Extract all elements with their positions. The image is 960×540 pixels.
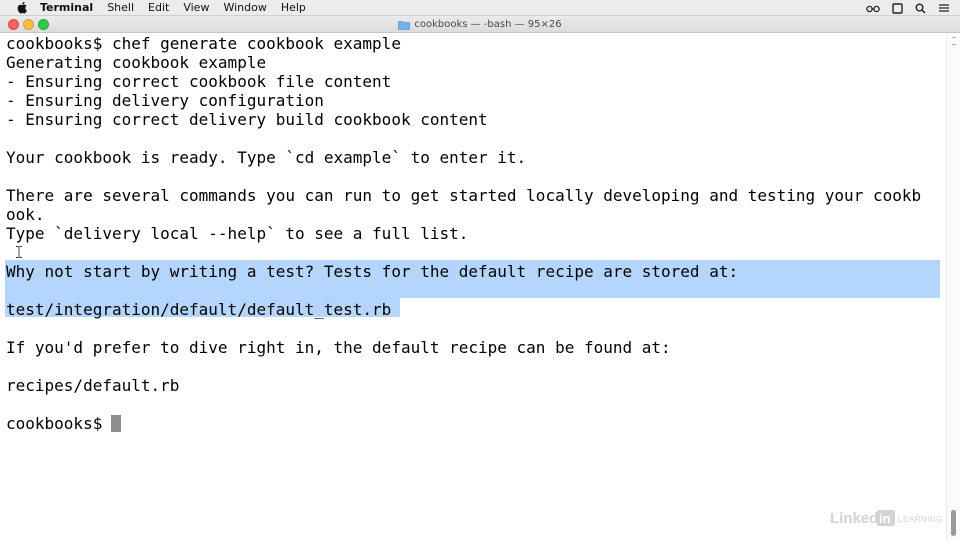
terminal-line: Why not start by writing a test? Tests f… <box>6 262 739 281</box>
menu-bar-status <box>866 0 950 16</box>
svg-text:Linked: Linked <box>830 510 878 527</box>
menu-bar: Terminal Shell Edit View Window Help <box>0 0 960 16</box>
apple-icon[interactable] <box>16 1 30 14</box>
terminal-output[interactable]: cookbooks$ chef generate cookbook exampl… <box>0 34 946 540</box>
terminal-line: If you'd prefer to dive right in, the de… <box>6 338 671 357</box>
list-icon[interactable] <box>938 3 950 13</box>
ibeam-cursor-icon <box>16 246 22 258</box>
terminal-line: - Ensuring correct delivery build cookbo… <box>6 110 488 129</box>
menu-app-terminal[interactable]: Terminal <box>40 0 93 16</box>
window-title-bar[interactable]: cookbooks — -bash — 95×26 <box>0 16 960 33</box>
terminal-line: ook. <box>6 205 45 224</box>
terminal-line: Type `delivery local --help` to see a fu… <box>6 224 469 243</box>
window-title-text: cookbooks — -bash — 95×26 <box>414 19 562 30</box>
menu-edit[interactable]: Edit <box>148 0 169 16</box>
terminal-line: Your cookbook is ready. Type `cd example… <box>6 148 527 167</box>
terminal-line: There are several commands you can run t… <box>6 186 922 205</box>
menu-view[interactable]: View <box>183 0 209 16</box>
scroll-thumb[interactable] <box>951 510 956 536</box>
terminal-line: - Ensuring correct cookbook file content <box>6 72 392 91</box>
terminal-line: recipes/default.rb <box>6 376 180 395</box>
folder-icon <box>398 20 411 30</box>
terminal-line: cookbooks$ chef generate cookbook exampl… <box>6 34 401 53</box>
scroll-marker <box>952 37 956 45</box>
terminal-scrollbar[interactable] <box>946 34 960 540</box>
search-icon[interactable] <box>915 3 926 14</box>
window-title: cookbooks — -bash — 95×26 <box>0 16 960 33</box>
menu-shell[interactable]: Shell <box>107 0 134 16</box>
terminal-line: Generating cookbook example <box>6 53 267 72</box>
menu-help[interactable]: Help <box>281 0 306 16</box>
text-cursor <box>111 415 122 432</box>
svg-text:LEARNING: LEARNING <box>898 515 943 524</box>
terminal-line: test/integration/default/default_test.rb <box>6 300 392 319</box>
svg-text:in: in <box>879 511 891 526</box>
terminal-prompt: cookbooks$ <box>6 414 103 433</box>
glasses-icon[interactable] <box>866 4 880 13</box>
window-icon[interactable] <box>892 2 903 14</box>
terminal-prompt-line: cookbooks$ <box>6 414 122 433</box>
linkedin-learning-logo: Linked in LEARNING <box>830 510 943 527</box>
terminal-line: - Ensuring delivery configuration <box>6 91 324 110</box>
linkedin-learning-watermark: Linked in LEARNING <box>830 508 946 528</box>
menu-window[interactable]: Window <box>223 0 266 16</box>
